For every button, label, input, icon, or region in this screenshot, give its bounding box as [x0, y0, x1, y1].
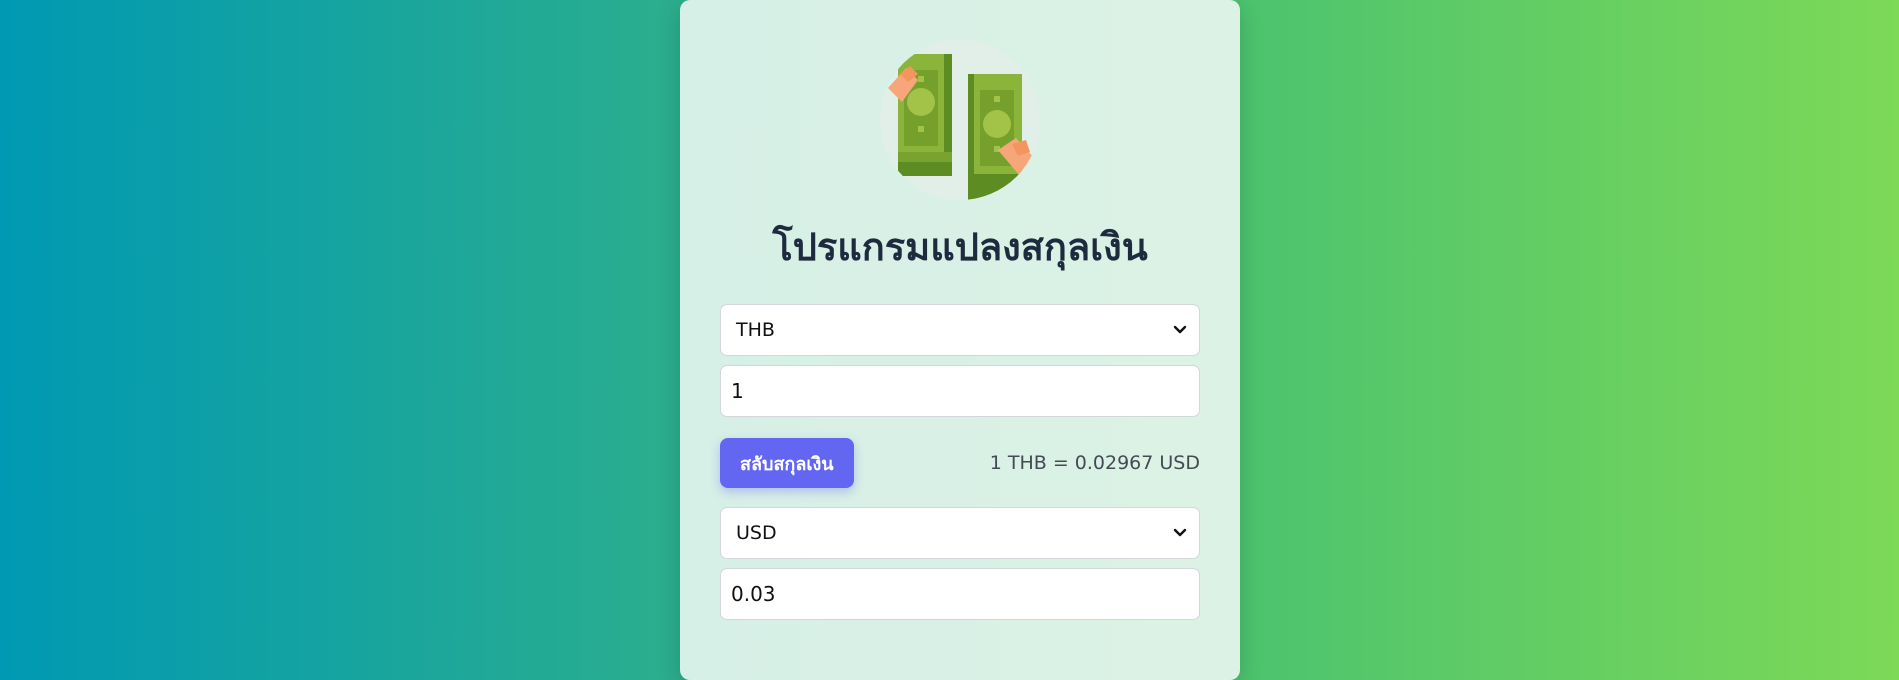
chevron-down-icon: [1173, 528, 1187, 537]
converter-card: โปรแกรมแปลงสกุลเงิน THB สลับสกุลเงิน 1 T…: [680, 0, 1240, 680]
page-title: โปรแกรมแปลงสกุลเงิน: [772, 225, 1148, 269]
chevron-down-icon: [1173, 325, 1187, 334]
money-bills-icon: [880, 40, 1040, 200]
swap-row: สลับสกุลเงิน 1 THB = 0.02967 USD: [720, 437, 1200, 489]
to-amount-input[interactable]: [720, 568, 1200, 620]
from-amount-input[interactable]: [720, 365, 1200, 417]
from-currency-select[interactable]: THB: [720, 304, 1200, 356]
swap-currency-button[interactable]: สลับสกุลเงิน: [720, 438, 854, 488]
from-currency-value: THB: [736, 319, 775, 341]
to-currency-select[interactable]: USD: [720, 507, 1200, 559]
to-currency-value: USD: [736, 522, 777, 544]
exchange-rate-text: 1 THB = 0.02967 USD: [989, 452, 1200, 474]
